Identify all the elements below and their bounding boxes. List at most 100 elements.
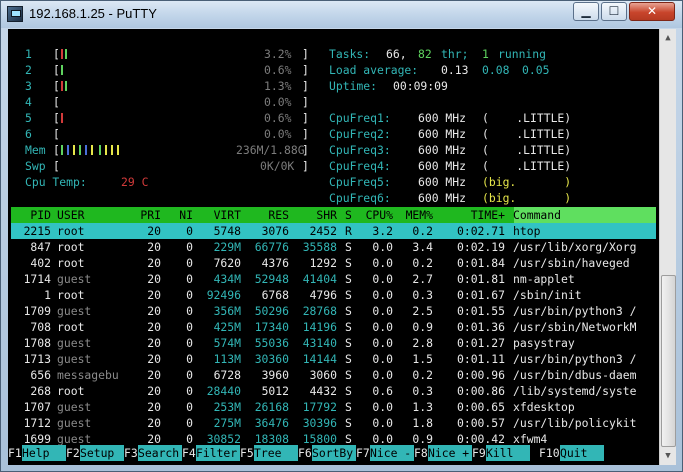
close-button[interactable]: ✕ xyxy=(629,2,675,21)
cpu-percent: 0.0% xyxy=(264,95,292,109)
fkey-label-f9[interactable]: Kill xyxy=(486,445,530,461)
process-cell-mem: 0.2 xyxy=(412,224,433,238)
process-cell-pid: 1708 xyxy=(23,336,51,350)
column-header-ni[interactable]: NI xyxy=(179,207,193,223)
fkey-f3[interactable]: F3 xyxy=(124,445,138,461)
process-cell-time: 0:02.71 xyxy=(456,224,505,238)
process-cell-time: 0:01.81 xyxy=(456,272,505,286)
running-count: 1 xyxy=(482,47,489,61)
title-bar[interactable]: 192.168.1.25 - PuTTY ▁ ☐ ✕ xyxy=(1,1,682,28)
process-cell-command: /lib/systemd/syste xyxy=(513,384,637,398)
column-header-cpu[interactable]: CPU% xyxy=(366,207,393,223)
fkey-f8[interactable]: F8 xyxy=(414,445,428,461)
mem-label: Mem xyxy=(25,143,46,157)
process-cell-pid: 2215 xyxy=(23,224,51,238)
process-cell-pri: 20 xyxy=(147,384,161,398)
process-cell-virt: 5748 xyxy=(213,224,241,238)
cpu-bar-segment xyxy=(61,81,63,91)
column-header-mem[interactable]: MEM% xyxy=(406,207,433,223)
process-cell-time: 0:01.84 xyxy=(456,256,505,270)
process-cell-ni: 0 xyxy=(186,336,193,350)
column-header-command[interactable]: Command xyxy=(513,207,561,223)
fkey-f6[interactable]: F6 xyxy=(298,445,312,461)
process-cell-shr: 14196 xyxy=(302,320,337,334)
process-cell-virt: 6728 xyxy=(213,368,241,382)
process-cell-mem: 0.2 xyxy=(412,256,433,270)
process-cell-time: 0:02.19 xyxy=(456,240,505,254)
mem-bar-segment xyxy=(85,145,87,155)
process-cell-cpu: 3.2 xyxy=(372,224,393,238)
fkey-label-f8[interactable]: Nice + xyxy=(428,445,472,461)
process-cell-res: 3960 xyxy=(261,368,289,382)
fkey-label-f5[interactable]: Tree xyxy=(254,445,298,461)
column-header-virt[interactable]: VIRT xyxy=(214,207,241,223)
fkey-f2[interactable]: F2 xyxy=(66,445,80,461)
column-header-user[interactable]: USER xyxy=(57,207,84,223)
fkey-label-f10[interactable]: Quit xyxy=(560,445,604,461)
scroll-down-icon[interactable]: ▼ xyxy=(661,448,675,464)
column-header-state[interactable]: S xyxy=(345,207,352,223)
running-label: running xyxy=(498,47,547,61)
cpu-label: 2 xyxy=(25,63,32,77)
cpu-freq-label: CpuFreq3: xyxy=(329,143,391,157)
process-cell-ni: 0 xyxy=(186,288,193,302)
swp-value: 0K/0K xyxy=(260,159,295,173)
fkey-f1[interactable]: F1 xyxy=(8,445,22,461)
process-cell-user: messagebu xyxy=(57,368,119,382)
putty-app-icon[interactable] xyxy=(7,6,23,22)
mem-bar-segment xyxy=(61,145,63,155)
scroll-up-icon[interactable]: ▲ xyxy=(661,30,675,46)
process-cell-command: /usr/bin/python3 / xyxy=(513,304,637,318)
function-key-bar: F1 Help F2 Setup F3 Search F4 Filter F5 Tree F6… xyxy=(8,445,659,461)
cpu-label: 1 xyxy=(25,47,32,61)
process-cell-pid: 1713 xyxy=(23,352,51,366)
fkey-label-f3[interactable]: Search xyxy=(138,445,182,461)
uptime-label: Uptime: xyxy=(329,79,378,93)
process-cell-shr: 2452 xyxy=(309,224,337,238)
process-cell-mem: 1.5 xyxy=(412,352,433,366)
fkey-label-f2[interactable]: Setup xyxy=(80,445,124,461)
process-cell-res: 52948 xyxy=(254,272,289,286)
fkey-f10[interactable]: F10 xyxy=(539,445,560,461)
vertical-scrollbar[interactable]: ▲ ▼ xyxy=(659,29,676,465)
process-cell-state: R xyxy=(345,224,352,238)
process-cell-ni: 0 xyxy=(186,240,193,254)
process-cell-virt: 253M xyxy=(213,400,241,414)
process-cell-time: 0:00.57 xyxy=(456,416,505,430)
process-cell-command: htop xyxy=(513,224,541,238)
load-average-5: 0.08 xyxy=(482,63,510,77)
column-header-pri[interactable]: PRI xyxy=(140,207,161,223)
process-cell-time: 0:00.96 xyxy=(456,368,505,382)
column-header-time[interactable]: TIME+ xyxy=(471,207,505,223)
column-header-res[interactable]: RES xyxy=(268,207,289,223)
fkey-f4[interactable]: F4 xyxy=(182,445,196,461)
column-header-shr[interactable]: SHR xyxy=(316,207,337,223)
mem-bar-segment xyxy=(79,145,81,155)
cpu-freq-value: 600 MHz xyxy=(418,111,467,125)
cpu-bracket-close: ] xyxy=(302,127,309,141)
cpu-bracket-open: [ xyxy=(53,79,60,93)
mem-bar-segment xyxy=(99,145,101,155)
process-cell-mem: 2.8 xyxy=(412,336,433,350)
process-cell-time: 0:01.55 xyxy=(456,304,505,318)
fkey-label-f7[interactable]: Nice - xyxy=(370,445,414,461)
process-cell-command: /usr/lib/xorg/Xorg xyxy=(513,240,637,254)
cpu-freq-core: (big. ) xyxy=(482,175,572,189)
mem-bar-segment xyxy=(117,145,119,155)
fkey-f7[interactable]: F7 xyxy=(356,445,370,461)
cpu-bracket-open: [ xyxy=(53,111,60,125)
scrollbar-thumb[interactable] xyxy=(661,275,676,447)
terminal-area[interactable]: 1 [3.2%] 2 [0.6%] 3 [1.3%] 4 [0.0%] 5 [0.6%] 6 [0.0… xyxy=(8,29,659,465)
fkey-label-f1[interactable]: Help xyxy=(22,445,66,461)
fkey-f5[interactable]: F5 xyxy=(240,445,254,461)
process-cell-pri: 20 xyxy=(147,240,161,254)
fkey-f9[interactable]: F9 xyxy=(472,445,486,461)
maximize-button[interactable]: ☐ xyxy=(601,2,627,21)
fkey-label-f4[interactable]: Filter xyxy=(196,445,240,461)
process-cell-pri: 20 xyxy=(147,320,161,334)
fkey-label-f6[interactable]: SortBy xyxy=(312,445,356,461)
process-cell-pri: 20 xyxy=(147,400,161,414)
minimize-button[interactable]: ▁ xyxy=(573,2,599,21)
column-header-pid[interactable]: PID xyxy=(30,207,51,223)
process-cell-user: guest xyxy=(57,352,92,366)
